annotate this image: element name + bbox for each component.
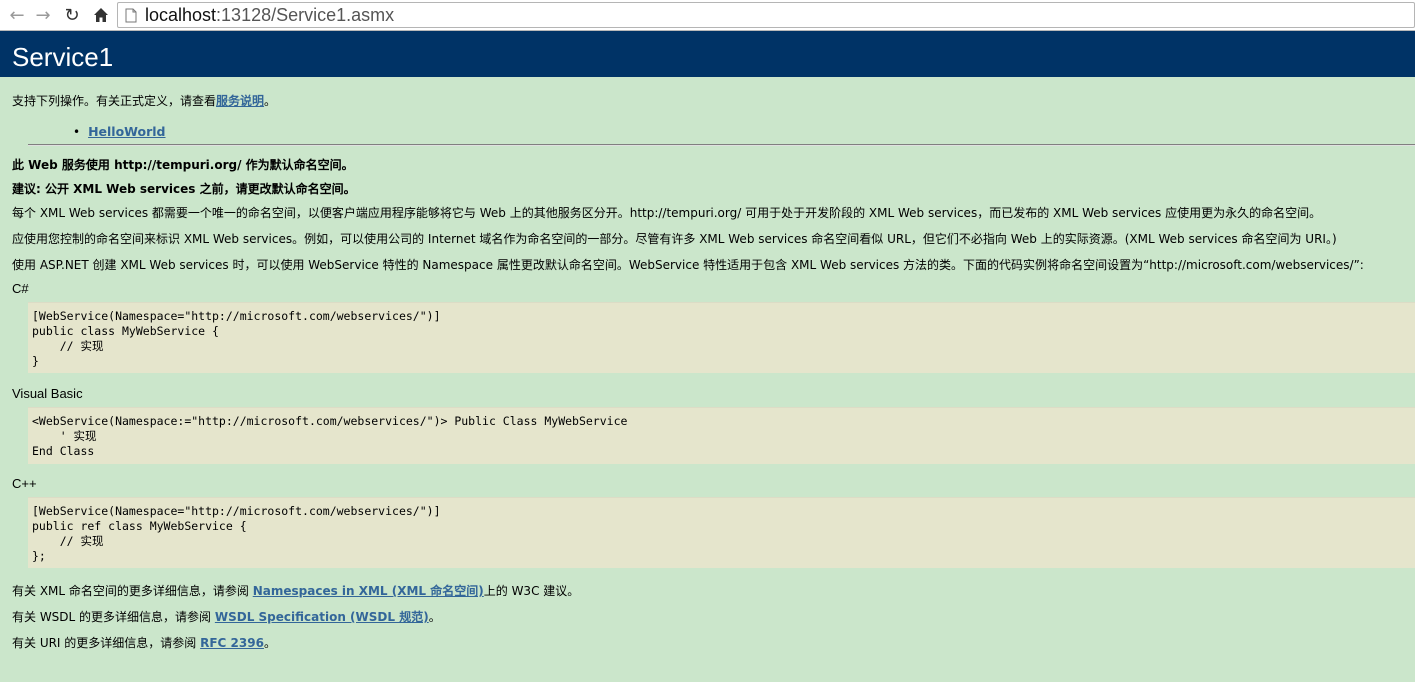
vb-label: Visual Basic	[12, 386, 83, 401]
namespace-paragraph-1: 每个 XML Web services 都需要一个唯一的命名空间，以便客户端应用…	[12, 206, 1322, 220]
namespace-notice: 此 Web 服务使用 http://tempuri.org/ 作为默认命名空间。	[12, 158, 354, 172]
page-header	[0, 31, 1415, 77]
wsdl-specification-link[interactable]: WSDL Specification (WSDL 规范)	[215, 610, 429, 624]
operation-helloworld-link[interactable]: HelloWorld	[88, 124, 165, 139]
url-text: localhost:13128/Service1.asmx	[145, 4, 395, 25]
operation-list-item: • HelloWorld	[73, 124, 166, 139]
address-bar[interactable]: localhost:13128/Service1.asmx	[117, 2, 1415, 28]
uri-reference: 有关 URI 的更多详细信息，请参阅 RFC 2396。	[12, 636, 276, 650]
page-title: Service1	[12, 42, 114, 72]
namespace-paragraph-3: 使用 ASP.NET 创建 XML Web services 时，可以使用 We…	[12, 258, 1364, 272]
service-description-link[interactable]: 服务说明	[216, 94, 264, 108]
xml-namespace-reference: 有关 XML 命名空间的更多详细信息，请参阅 Namespaces in XML…	[12, 584, 580, 598]
vb-code-block: <WebService(Namespace:="http://microsoft…	[28, 407, 1415, 464]
wsdl-reference: 有关 WSDL 的更多详细信息，请参阅 WSDL Specification (…	[12, 610, 441, 624]
page-icon	[125, 8, 137, 23]
back-arrow-icon[interactable]: ←	[6, 4, 28, 26]
intro-text: 支持下列操作。有关正式定义，请查看服务说明。	[12, 94, 277, 108]
reload-icon[interactable]: ↻	[61, 4, 83, 26]
home-icon[interactable]	[90, 4, 112, 26]
recommendation-text: 建议: 公开 XML Web services 之前，请更改默认命名空间。	[12, 182, 356, 196]
forward-arrow-icon[interactable]: →	[32, 4, 54, 26]
browser-toolbar: ← → ↻ localhost:13128/Service1.asmx	[0, 0, 1415, 31]
divider	[28, 144, 1415, 146]
rfc-2396-link[interactable]: RFC 2396	[200, 636, 264, 650]
csharp-label: C#	[12, 281, 29, 296]
namespace-paragraph-2: 应使用您控制的命名空间来标识 XML Web services。例如，可以使用公…	[12, 232, 1337, 246]
page-content: 支持下列操作。有关正式定义，请查看服务说明。 • HelloWorld 此 Web…	[0, 77, 1415, 682]
cpp-code-block: [WebService(Namespace="http://microsoft.…	[28, 497, 1415, 568]
cpp-label: C++	[12, 476, 37, 491]
csharp-code-block: [WebService(Namespace="http://microsoft.…	[28, 302, 1415, 373]
namespaces-in-xml-link[interactable]: Namespaces in XML (XML 命名空间)	[253, 584, 484, 598]
